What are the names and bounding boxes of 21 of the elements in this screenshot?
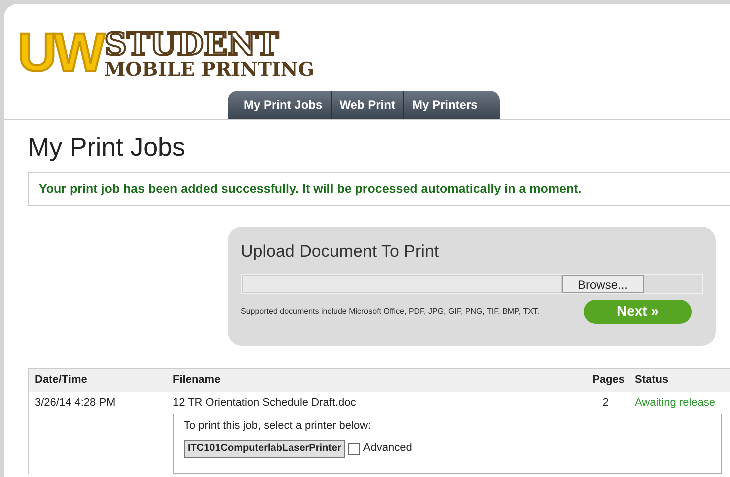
status-text: Awaiting release (635, 396, 716, 411)
browse-button[interactable]: Browse... (562, 274, 644, 292)
supported-note: Supported documents include Microsoft Office, PDF, JPG, GIF, PNG, TIF, BMP, TXT. (241, 306, 541, 316)
page-title: My Print Jobs (28, 131, 186, 164)
table-cell-text: 12 TR Orientation Schedule Draft.doc (173, 396, 358, 411)
advanced-checkbox[interactable] (348, 442, 360, 454)
table-cell-text: 3/26/14 4:28 PM (34, 396, 117, 411)
advanced-label: Advanced (363, 441, 412, 456)
file-field[interactable] (242, 274, 562, 292)
column-header: Pages (592, 373, 625, 388)
nav-tab[interactable]: My Print Jobs (236, 91, 331, 119)
table-cell-text: 2 (602, 396, 609, 411)
panel-title: Upload Document To Print (241, 241, 440, 263)
column-header: Date/Time (34, 373, 88, 388)
column-header: Filename (173, 373, 222, 388)
success-message: Your print job has been added successfully. It will be processed automatically in a moment. (28, 172, 730, 206)
printer-button[interactable]: ITC101ComputerlabLaserPrinter (184, 440, 346, 458)
nav-tab[interactable]: Web Print (330, 91, 404, 119)
nav-tab[interactable]: My Printers (403, 91, 486, 119)
printer-prompt: To print this job, select a printer below: (184, 419, 372, 434)
column-header: Status (635, 373, 669, 388)
